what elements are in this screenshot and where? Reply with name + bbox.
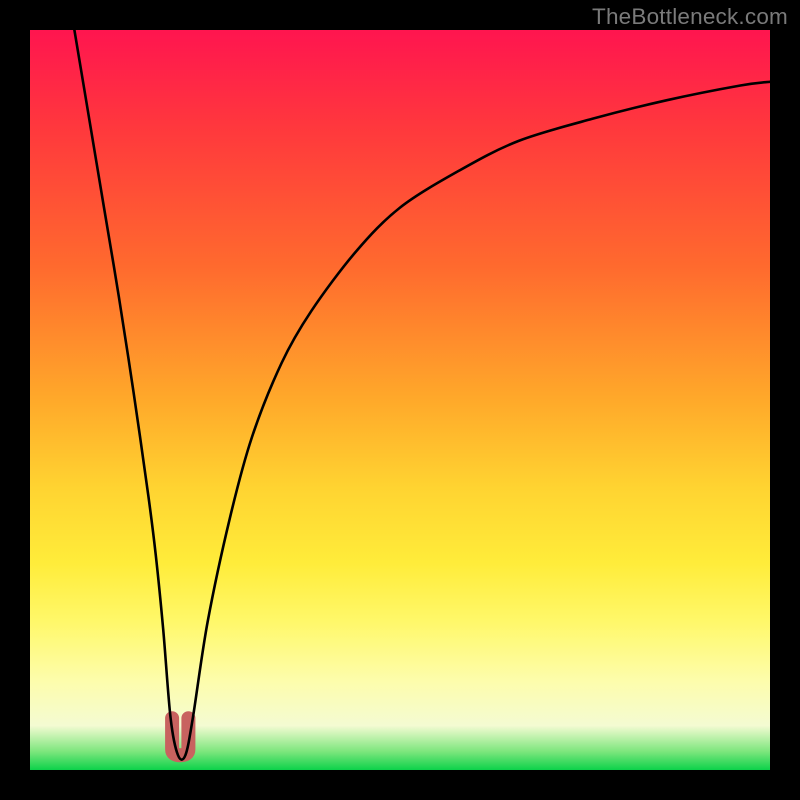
watermark-text: TheBottleneck.com xyxy=(592,4,788,30)
bottleneck-curve xyxy=(74,30,770,760)
chart-svg xyxy=(30,30,770,770)
chart-frame: TheBottleneck.com xyxy=(0,0,800,800)
plot-area xyxy=(30,30,770,770)
